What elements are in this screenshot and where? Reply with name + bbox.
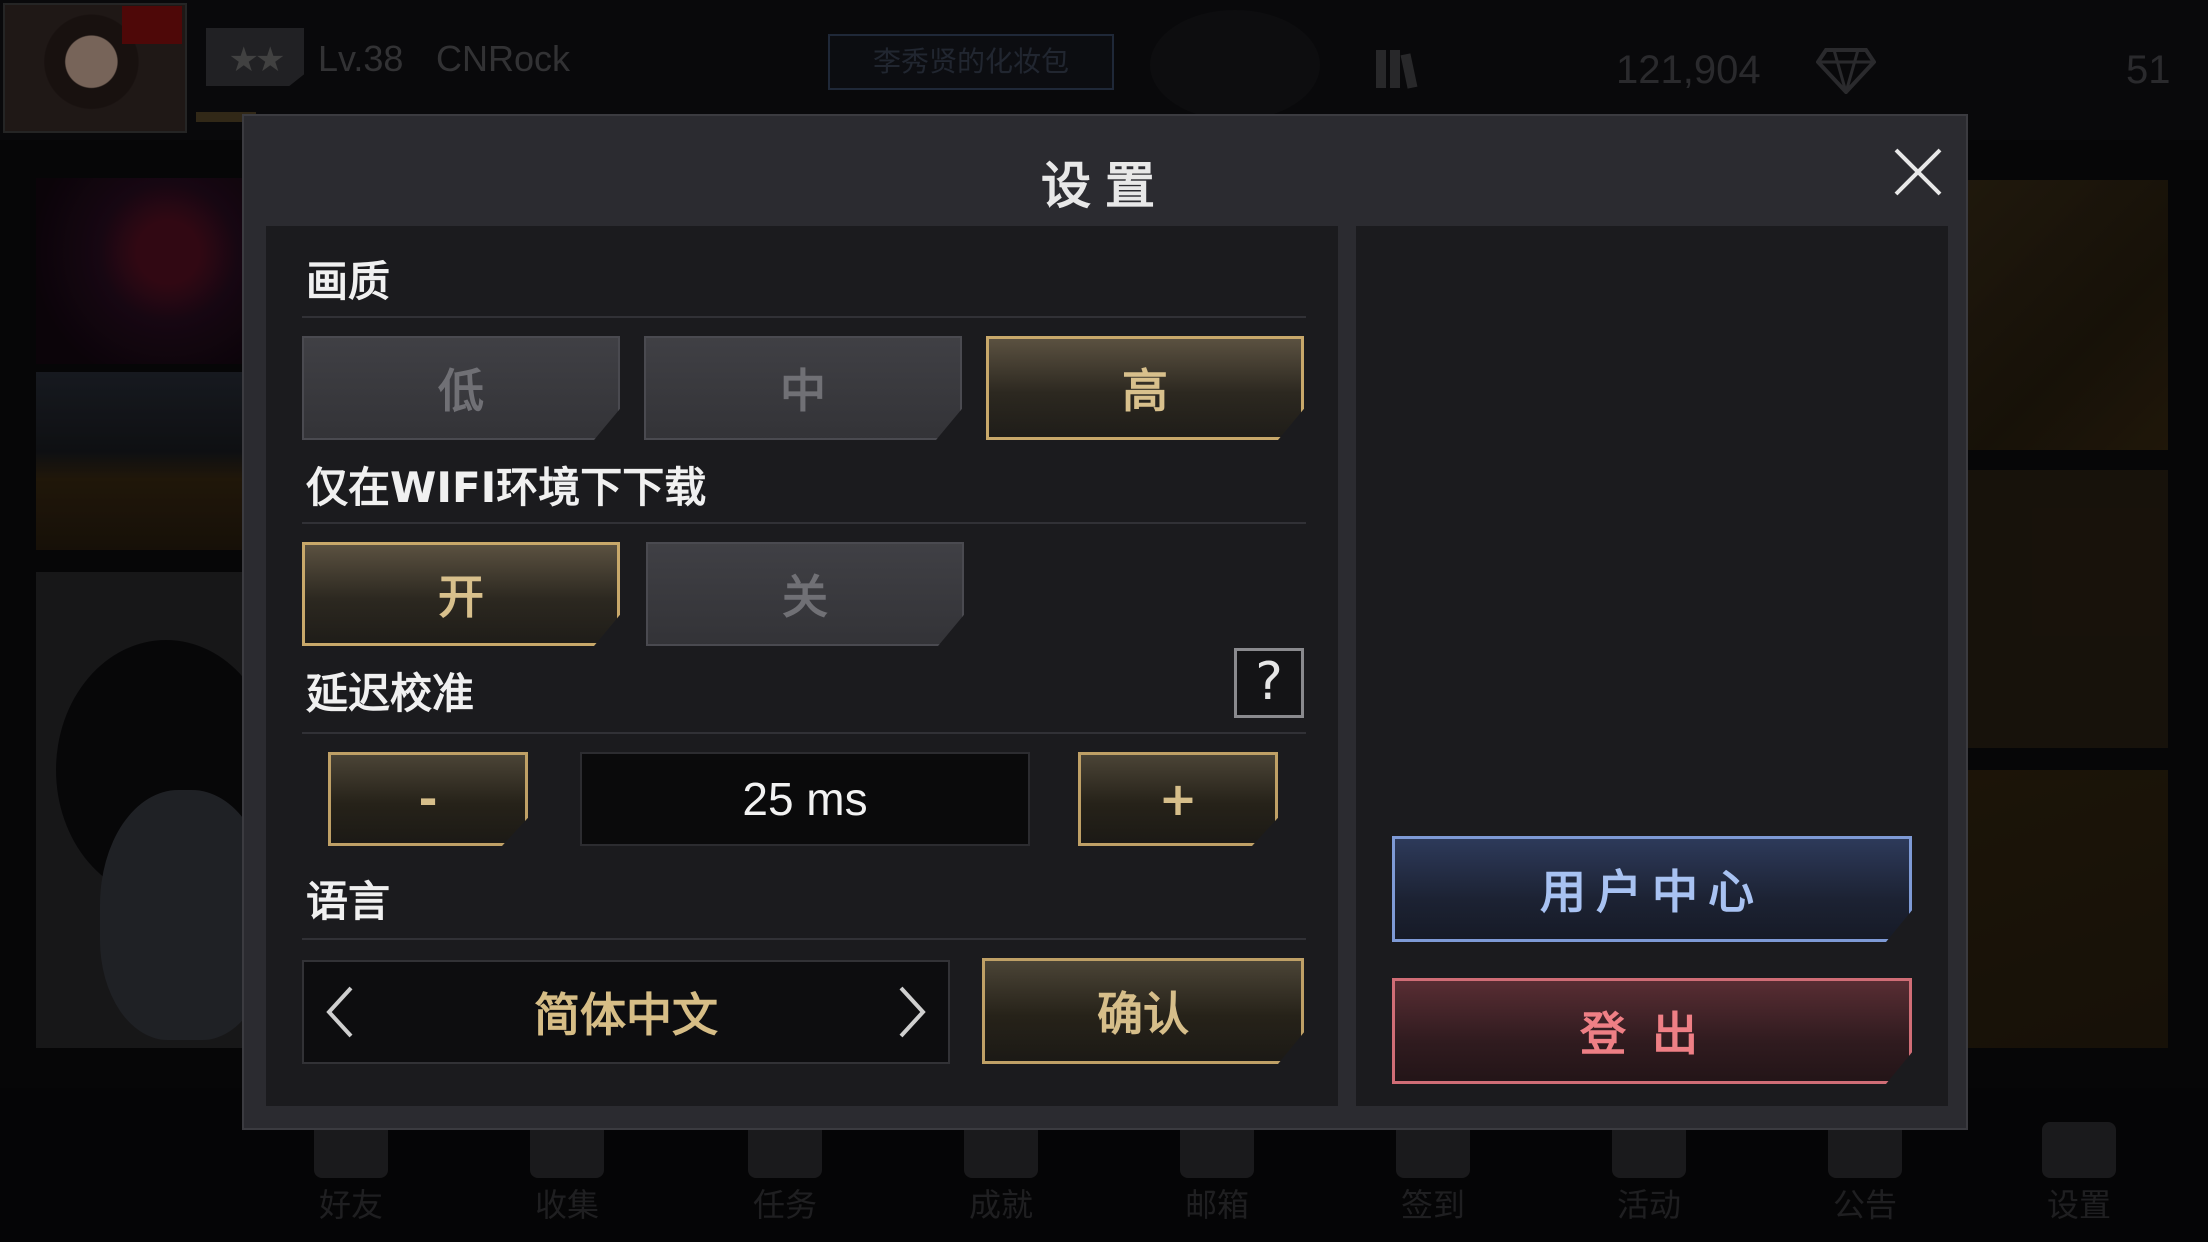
confirm-language-button[interactable]: 确认 bbox=[982, 958, 1304, 1064]
wifi-off-button[interactable]: 关 bbox=[646, 542, 964, 646]
account-panel: 用户中心 登出 bbox=[1356, 226, 1948, 1106]
latency-increase-button[interactable]: + bbox=[1078, 752, 1278, 846]
latency-label: 延迟校准 bbox=[306, 669, 475, 718]
language-value: 简体中文 bbox=[534, 988, 718, 1042]
chevron-left-icon[interactable] bbox=[304, 962, 374, 1062]
logout-button[interactable]: 登出 bbox=[1392, 978, 1912, 1084]
wifi-download-label: 仅在WIFI环境下下载 bbox=[306, 463, 707, 512]
dialog-title: 设置 bbox=[1041, 157, 1169, 215]
divider bbox=[302, 732, 1306, 734]
user-center-button[interactable]: 用户中心 bbox=[1392, 836, 1912, 942]
quality-label: 画质 bbox=[306, 257, 391, 306]
quality-medium-button[interactable]: 中 bbox=[644, 336, 962, 440]
close-icon[interactable] bbox=[1886, 140, 1950, 204]
settings-panel: 画质 低 中 高 仅在WIFI环境下下载 开 关 延迟校准 ? - 25 ms … bbox=[266, 226, 1338, 1106]
divider bbox=[302, 522, 1306, 524]
language-selector[interactable]: 简体中文 bbox=[302, 960, 950, 1064]
language-label: 语言 bbox=[306, 877, 391, 926]
latency-decrease-button[interactable]: - bbox=[328, 752, 528, 846]
divider bbox=[302, 938, 1306, 940]
wifi-on-button[interactable]: 开 bbox=[302, 542, 620, 646]
quality-low-button[interactable]: 低 bbox=[302, 336, 620, 440]
settings-dialog: 设置 画质 低 中 高 仅在WIFI环境下下载 开 关 延迟校准 ? - 25 … bbox=[242, 114, 1968, 1130]
divider bbox=[302, 316, 1306, 318]
help-button[interactable]: ? bbox=[1234, 648, 1304, 718]
quality-high-button[interactable]: 高 bbox=[986, 336, 1304, 440]
latency-value: 25 ms bbox=[580, 752, 1030, 846]
chevron-right-icon[interactable] bbox=[878, 962, 948, 1062]
